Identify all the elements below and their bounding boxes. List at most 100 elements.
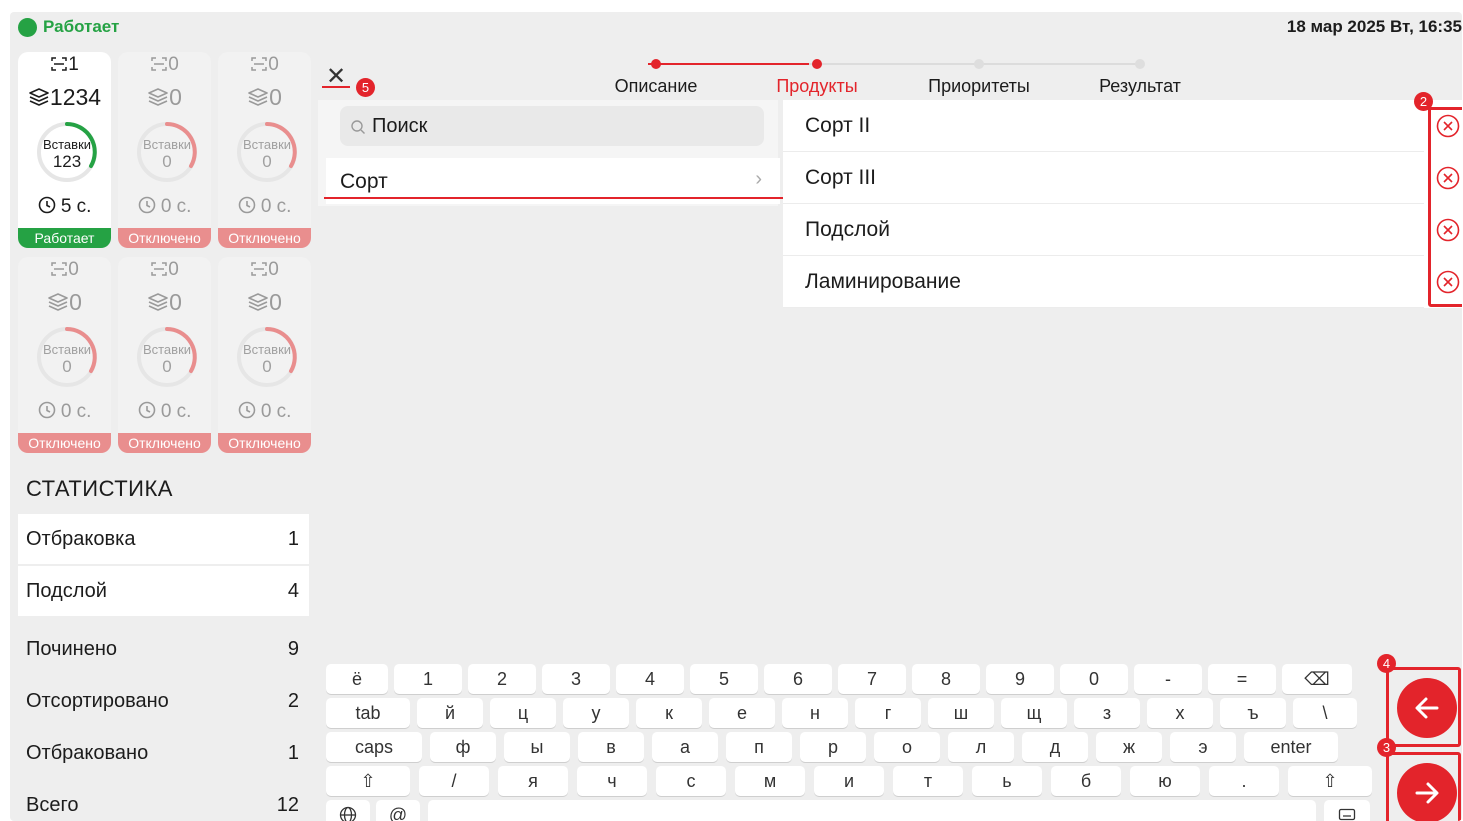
key[interactable]: м <box>735 766 805 796</box>
station-stack: 0 <box>218 84 311 111</box>
scan-icon <box>251 57 267 71</box>
key[interactable]: ж <box>1096 732 1162 762</box>
key[interactable]: ы <box>504 732 570 762</box>
product-row[interactable]: Подслой <box>783 204 1424 256</box>
product-row[interactable]: Сорт II <box>783 100 1424 152</box>
key[interactable]: . <box>1209 766 1279 796</box>
keyboard-hide-key[interactable] <box>1324 800 1370 821</box>
key[interactable]: е <box>709 698 775 728</box>
key[interactable]: ч <box>577 766 647 796</box>
stat-label: Подслой <box>26 580 107 602</box>
key[interactable]: у <box>563 698 629 728</box>
onscreen-keyboard: ё 1 2 3 4 5 6 7 8 9 0- = ⌫ tab й ц у к е н г ш щ з х ъ \ caps ф ы в а п р… <box>326 648 1372 821</box>
stat-value: 1 <box>287 742 299 764</box>
key[interactable]: caps <box>326 732 422 762</box>
station-card[interactable]: 1 1234 Вставки 123 5 с. Работает <box>18 52 111 248</box>
globe-key[interactable] <box>326 800 370 821</box>
key[interactable]: ц <box>490 698 556 728</box>
product-label: Сорт II <box>805 114 871 137</box>
keyboard-hide-icon <box>1338 808 1356 821</box>
scan-icon <box>51 57 67 71</box>
key[interactable]: д <box>1022 732 1088 762</box>
station-card[interactable]: 0 0 Вставки 0 0 с. Отключено <box>18 257 111 453</box>
station-ring-label: Вставки 0 <box>42 342 92 376</box>
station-card[interactable]: 0 0 Вставки 0 0 с. Отключено <box>218 52 311 248</box>
key[interactable]: 5 <box>690 664 758 694</box>
key[interactable]: tab <box>326 698 410 728</box>
key[interactable]: а <box>652 732 718 762</box>
key[interactable]: в <box>578 732 644 762</box>
station-card[interactable]: 0 0 Вставки 0 0 с. Отключено <box>118 257 211 453</box>
key[interactable]: к <box>636 698 702 728</box>
search-input[interactable]: Поиск <box>340 106 764 146</box>
layers-icon <box>148 88 168 106</box>
key[interactable]: т <box>893 766 963 796</box>
key[interactable]: г <box>855 698 921 728</box>
key[interactable]: 2 <box>468 664 536 694</box>
at-key[interactable]: @ <box>376 800 420 821</box>
key[interactable]: = <box>1208 664 1276 694</box>
key[interactable]: ь <box>972 766 1042 796</box>
stat-label: Отбраковка <box>26 528 136 550</box>
station-card[interactable]: 0 0 Вставки 0 0 с. Отключено <box>218 257 311 453</box>
station-count: 0 <box>118 259 211 281</box>
key[interactable]: 0 <box>1060 664 1128 694</box>
key[interactable]: 9 <box>986 664 1054 694</box>
step-label[interactable]: Приоритеты <box>928 76 1030 97</box>
key[interactable]: enter <box>1244 732 1338 762</box>
key[interactable]: 6 <box>764 664 832 694</box>
key[interactable]: й <box>417 698 483 728</box>
key[interactable]: н <box>782 698 848 728</box>
key[interactable]: ъ <box>1220 698 1286 728</box>
key[interactable]: - <box>1134 664 1202 694</box>
key[interactable]: п <box>726 732 792 762</box>
globe-icon <box>339 806 357 821</box>
key[interactable]: з <box>1074 698 1140 728</box>
back-button[interactable] <box>1397 678 1457 738</box>
key[interactable]: и <box>814 766 884 796</box>
key[interactable]: 1 <box>394 664 462 694</box>
key[interactable]: ё <box>326 664 388 694</box>
station-stack: 0 <box>118 84 211 111</box>
key[interactable]: 3 <box>542 664 610 694</box>
callout-badge-delete: 2 <box>1414 92 1433 111</box>
key[interactable]: 4 <box>616 664 684 694</box>
space-key[interactable]: ⎵ <box>428 800 1316 821</box>
next-button[interactable] <box>1397 763 1457 821</box>
chevron-right-icon: › <box>755 168 762 190</box>
stat-value: 2 <box>287 690 299 712</box>
product-row[interactable]: Сорт III <box>783 152 1424 204</box>
step-label[interactable]: Описание <box>615 76 698 97</box>
station-timer: 0 с. <box>118 401 211 423</box>
backspace-key[interactable]: ⌫ <box>1282 664 1352 694</box>
stat-row: Отсортировано 2 <box>18 676 309 726</box>
key[interactable]: с <box>656 766 726 796</box>
key[interactable]: ф <box>430 732 496 762</box>
station-stack: 0 <box>18 289 111 316</box>
product-row[interactable]: Ламинирование <box>783 256 1424 308</box>
station-timer: 0 с. <box>218 401 311 423</box>
station-status-badge: Отключено <box>118 433 211 453</box>
key[interactable]: р <box>800 732 866 762</box>
key[interactable]: ⇧ <box>1288 766 1372 796</box>
key[interactable]: я <box>498 766 568 796</box>
key[interactable]: 7 <box>838 664 906 694</box>
key[interactable]: щ <box>1001 698 1067 728</box>
key[interactable]: о <box>874 732 940 762</box>
key[interactable]: э <box>1170 732 1236 762</box>
layers-icon <box>248 293 268 311</box>
step-label[interactable]: Продукты <box>776 76 857 97</box>
key[interactable]: 8 <box>912 664 980 694</box>
key[interactable]: / <box>419 766 489 796</box>
key[interactable]: ю <box>1130 766 1200 796</box>
station-card[interactable]: 0 0 Вставки 0 0 с. Отключено <box>118 52 211 248</box>
callout-badge-back: 4 <box>1377 654 1396 673</box>
key[interactable]: \ <box>1293 698 1357 728</box>
step-label[interactable]: Результат <box>1099 76 1181 97</box>
key[interactable]: ⇧ <box>326 766 410 796</box>
key[interactable]: ш <box>928 698 994 728</box>
key[interactable]: б <box>1051 766 1121 796</box>
key[interactable]: х <box>1147 698 1213 728</box>
key[interactable]: л <box>948 732 1014 762</box>
station-timer: 0 с. <box>218 196 311 218</box>
